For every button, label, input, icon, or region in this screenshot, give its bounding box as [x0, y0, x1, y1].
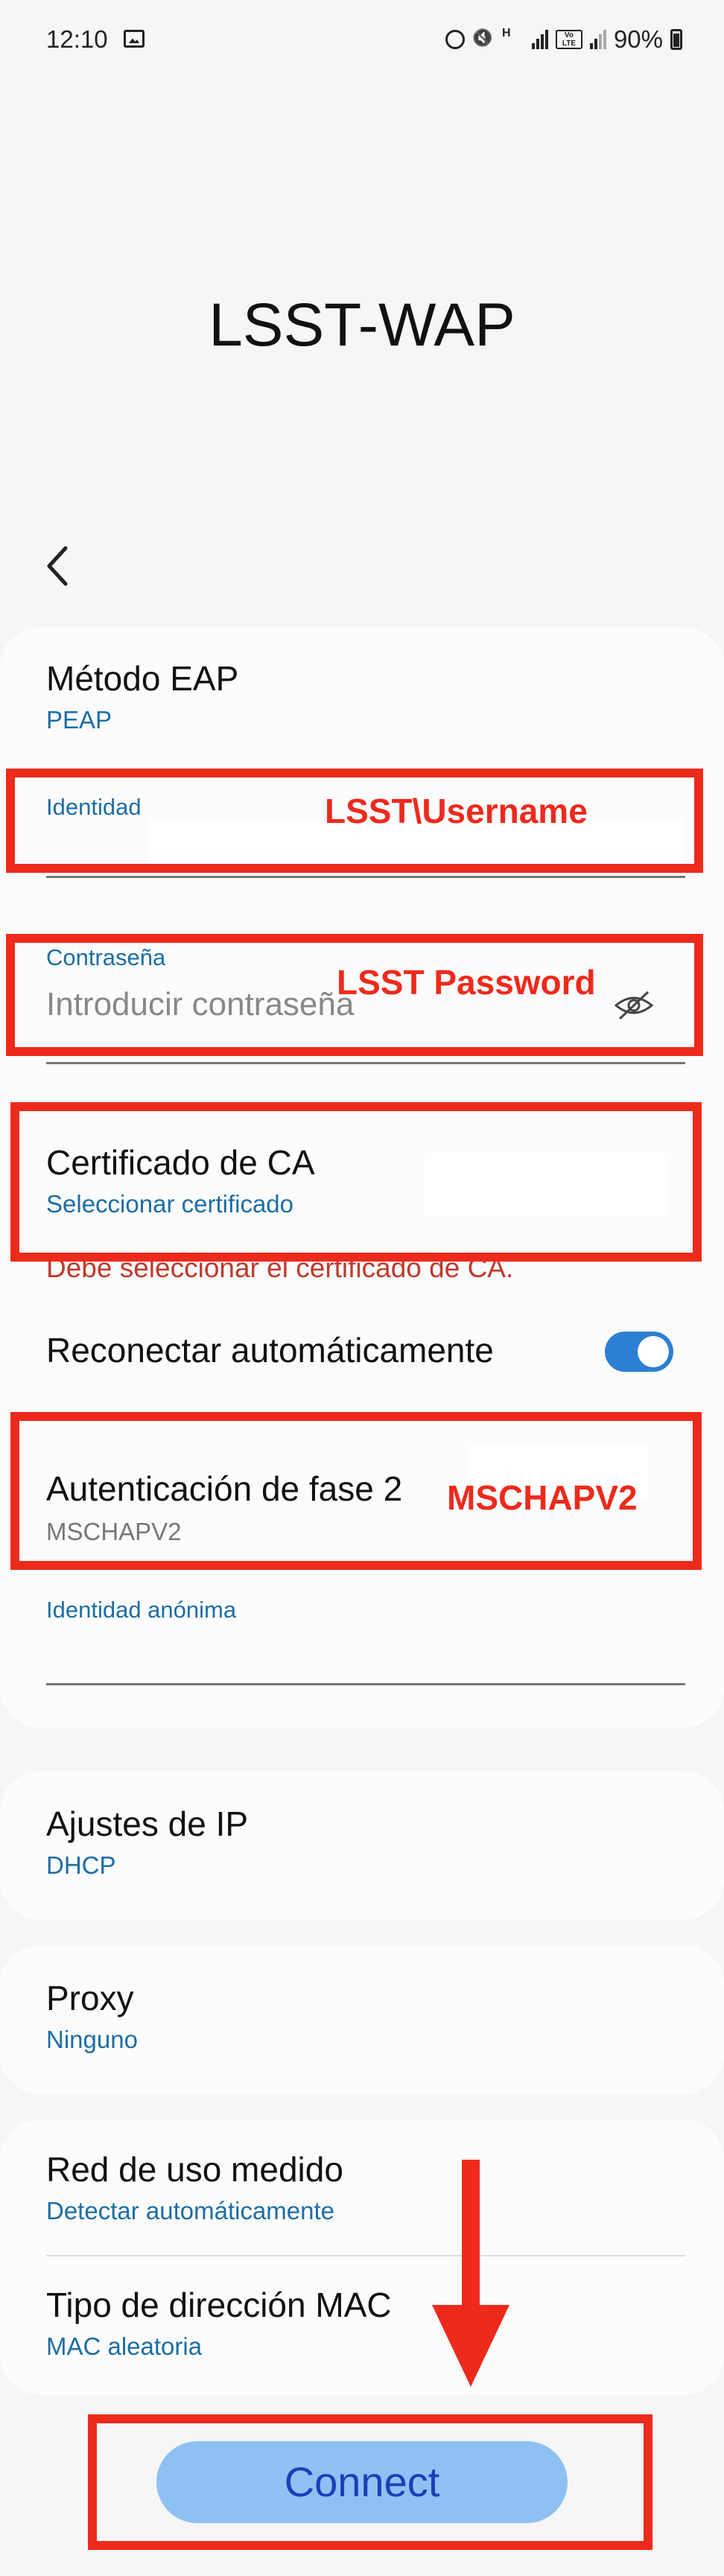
ip-settings-card[interactable]: Ajustes de IP DHCP	[0, 1771, 724, 1920]
connect-arrow-shaft	[462, 2160, 480, 2309]
advanced-card: Red de uso medido Detectar automáticamen…	[0, 2119, 724, 2395]
image-notification-icon	[124, 30, 145, 48]
anonymous-identity-underline	[46, 1683, 685, 1685]
proxy-value: Ninguno	[46, 2026, 138, 2053]
auto-reconnect-toggle[interactable]	[605, 1332, 673, 1372]
proxy-label: Proxy	[46, 1979, 134, 2017]
password-underline	[46, 1062, 685, 1064]
battery-percent: 90%	[613, 25, 663, 53]
anonymous-identity-field[interactable]: Identidad anónima	[0, 1588, 724, 1692]
connect-arrow-head-icon	[432, 2305, 509, 2387]
battery-icon	[670, 29, 682, 50]
mac-address-value: MAC aleatoria	[46, 2332, 203, 2360]
back-arrow-icon[interactable]	[43, 544, 73, 588]
eap-method-label: Método EAP	[46, 659, 239, 698]
mac-address-row[interactable]: Tipo de dirección MAC MAC aleatoria	[0, 2257, 724, 2391]
toggle-knob	[638, 1336, 669, 1367]
eap-method-value: PEAP	[46, 706, 112, 734]
auto-reconnect-row[interactable]: Reconectar automáticamente	[0, 1312, 724, 1394]
ca-annotation-box	[10, 1102, 702, 1262]
connect-annotation-box	[88, 2414, 652, 2550]
auto-reconnect-label: Reconectar automáticamente	[46, 1331, 494, 1370]
ip-settings-label: Ajustes de IP	[46, 1804, 249, 1843]
anonymous-identity-label: Identidad anónima	[46, 1597, 237, 1623]
metered-network-value: Detectar automáticamente	[46, 2197, 335, 2224]
mac-address-label: Tipo de dirección MAC	[46, 2286, 392, 2324]
volte-icon: Vo LTE	[555, 30, 582, 49]
signal-bars-icon	[531, 30, 548, 49]
status-icons: H Vo LTE 90%	[445, 25, 682, 54]
alarm-icon	[445, 30, 465, 49]
identity-underline	[46, 876, 685, 878]
network-title: LSST-WAP	[209, 291, 515, 359]
network-type-icon: H	[501, 27, 511, 39]
ip-settings-value: DHCP	[46, 1851, 116, 1879]
eap-method-row[interactable]: Método EAP PEAP	[0, 627, 724, 761]
phase2-annotation-text: MSCHAPV2	[447, 1478, 638, 1517]
proxy-card[interactable]: Proxy Ninguno	[0, 1945, 724, 2094]
password-annotation-text: LSST Password	[337, 963, 596, 1002]
status-time: 12:10	[46, 25, 108, 53]
identity-annotation-text: LSST\Username	[325, 792, 588, 830]
mute-icon	[472, 28, 495, 51]
status-bar: 12:10 H Vo LTE 90%	[46, 22, 682, 57]
metered-network-row[interactable]: Red de uso medido Detectar automáticamen…	[0, 2119, 724, 2254]
metered-network-label: Red de uso medido	[46, 2150, 343, 2189]
signal-bars-2-icon	[589, 30, 606, 49]
